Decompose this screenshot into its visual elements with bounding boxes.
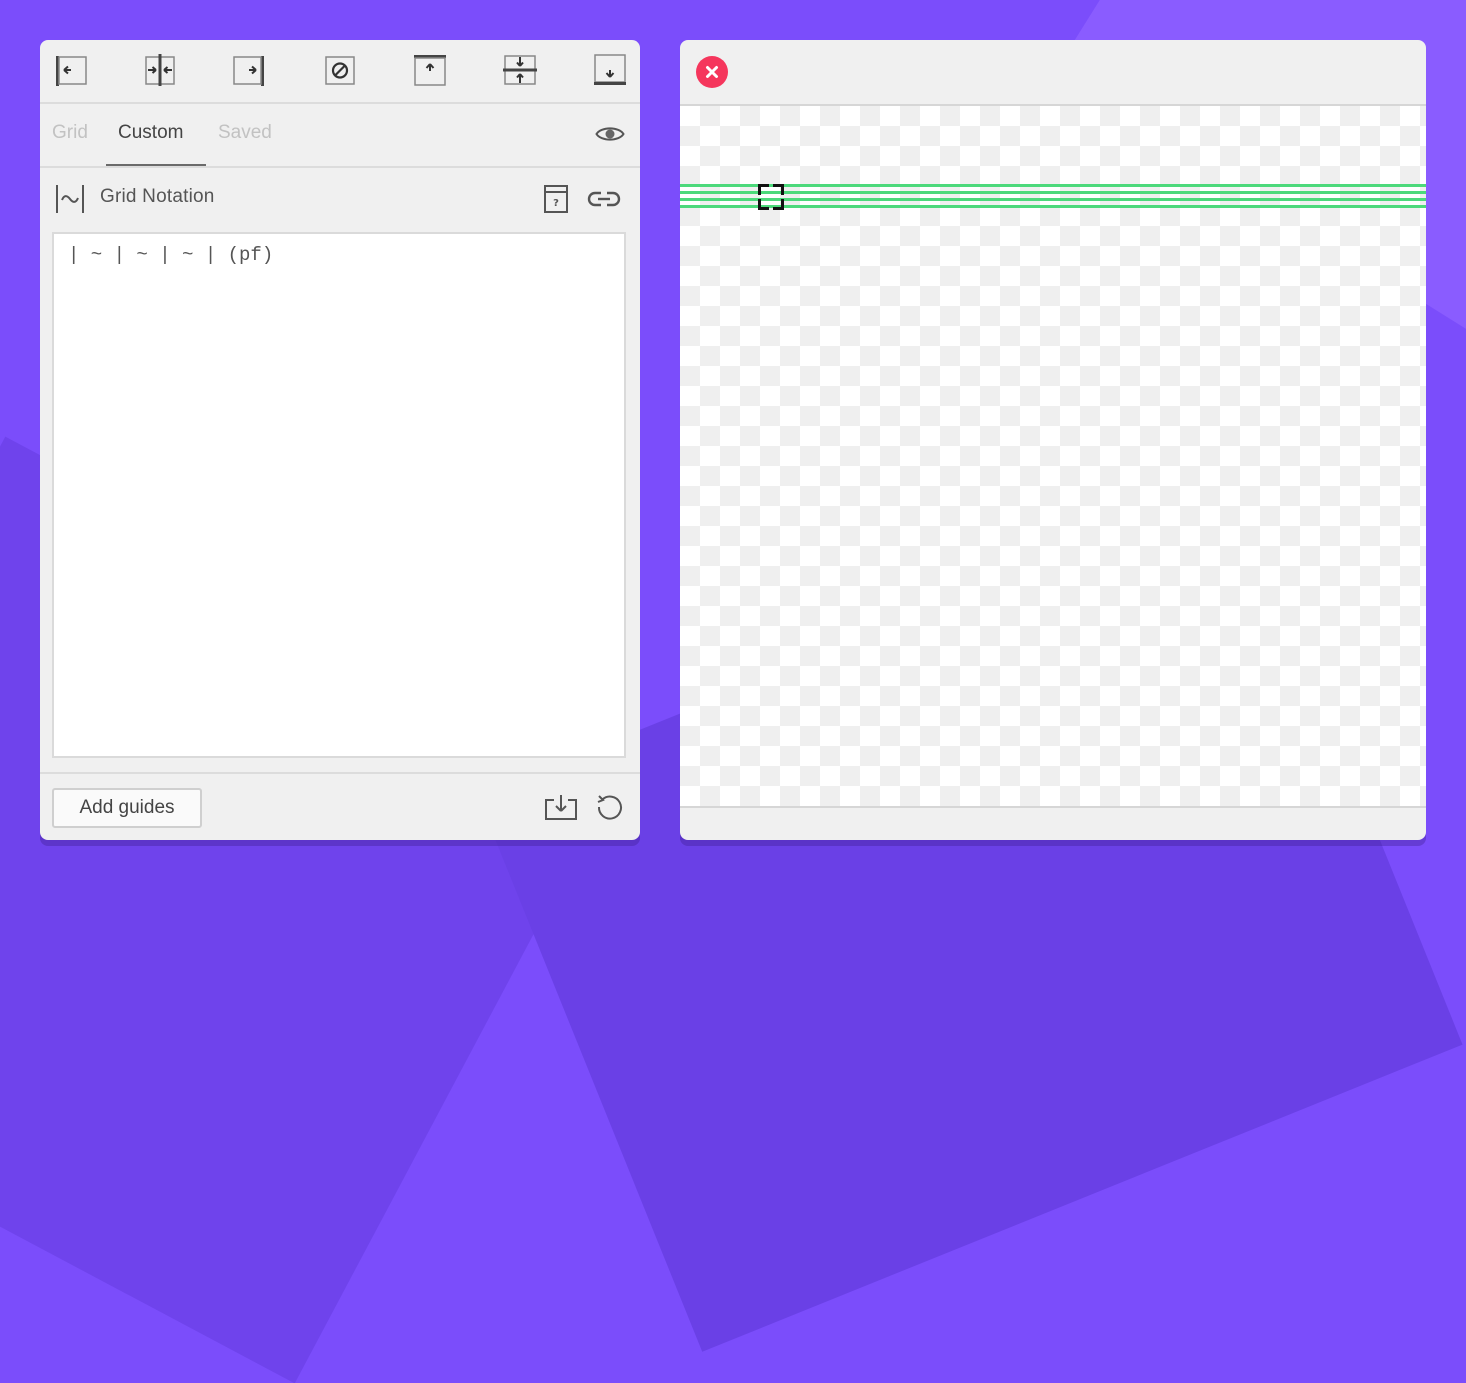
horizontal-guide[interactable] [680,184,1426,187]
horizontal-guide[interactable] [680,191,1426,194]
prohibited-icon [325,56,355,85]
grid-notation-header: Grid Notation ? [40,168,640,230]
horizontal-guide[interactable] [680,198,1426,201]
align-left-edge-icon [56,56,87,86]
artboard[interactable] [680,104,1426,808]
save-download-icon [545,795,577,820]
alignment-toolbar [40,40,640,104]
close-icon [706,66,718,78]
reset-icon [597,795,622,820]
section-title: Grid Notation [100,186,215,207]
align-top-edge-icon [414,55,446,86]
align-bottom-edge-icon [594,54,626,85]
selection-handle[interactable] [773,199,784,210]
panel-footer: Add guides [40,772,640,840]
tab-bar: Grid Custom Saved [40,104,640,168]
link-icon [587,191,621,207]
add-guides-button[interactable]: Add guides [52,788,202,828]
align-top-button[interactable] [412,52,448,88]
align-vertical-center-button[interactable] [142,52,178,88]
selection-box[interactable] [758,184,784,210]
align-horizontal-center-icon [503,55,537,85]
reset-button[interactable] [592,790,628,824]
align-horizontal-center-button[interactable] [502,52,538,88]
selection-handle[interactable] [758,184,769,195]
selection-handle[interactable] [773,184,784,195]
active-tab-indicator [106,164,206,166]
guides-panel: Grid Custom Saved Grid Notation ? | ~ | … [40,40,640,840]
align-vertical-center-icon [145,54,175,86]
save-notation-button[interactable] [542,790,580,824]
align-bottom-button[interactable] [592,52,628,88]
selection-handle[interactable] [758,199,769,210]
align-right-edge-icon [233,56,264,86]
tab-grid[interactable]: Grid [52,104,88,166]
help-book-icon: ? [544,185,568,213]
no-alignment-button[interactable] [322,52,358,88]
canvas-window [680,40,1426,840]
grid-notation-input[interactable]: | ~ | ~ | ~ | (pf) [52,232,626,758]
eye-icon [595,127,625,141]
svg-text:?: ? [553,198,559,209]
close-button[interactable] [696,56,728,88]
align-right-button[interactable] [232,52,268,88]
tab-custom[interactable]: Custom [118,104,183,166]
horizontal-guide[interactable] [680,205,1426,208]
share-link-button[interactable] [584,182,624,216]
grid-notation-icon [56,185,84,213]
align-left-button[interactable] [52,52,88,88]
toggle-visibility-button[interactable] [594,118,626,150]
tab-saved[interactable]: Saved [218,104,272,166]
notation-help-button[interactable]: ? [540,182,572,216]
